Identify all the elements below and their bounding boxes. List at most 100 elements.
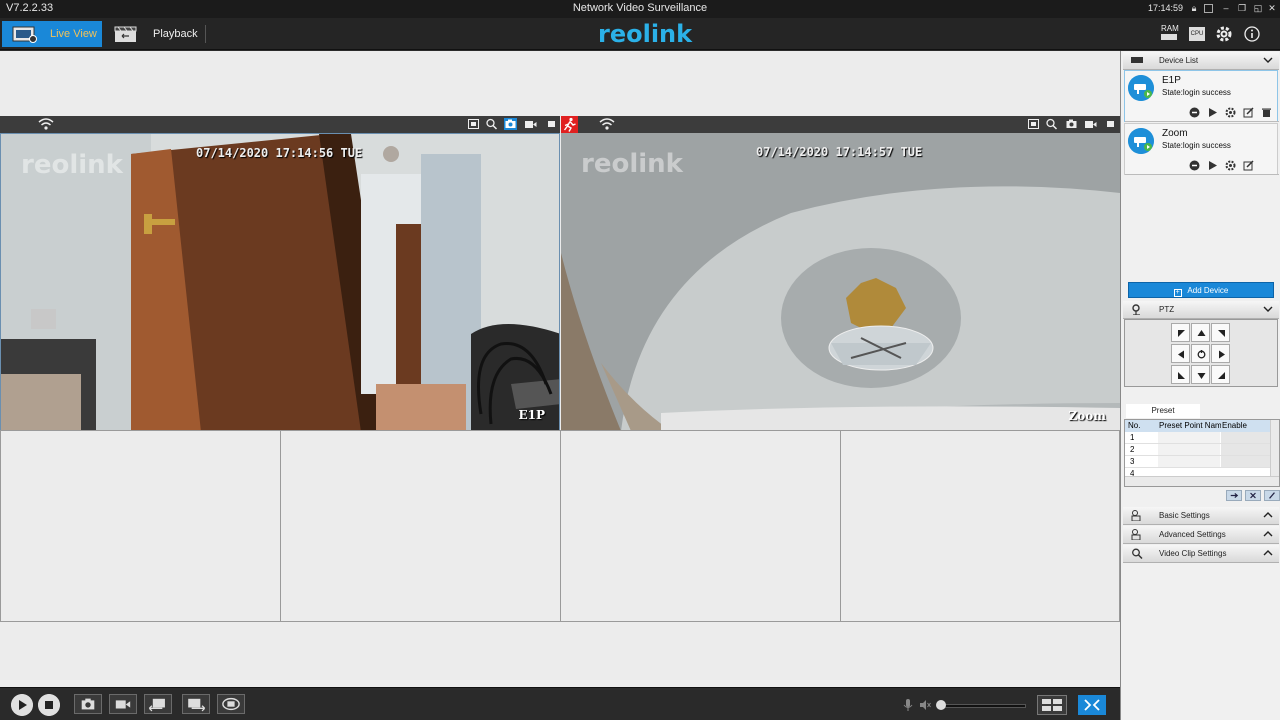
video-feed-e1p[interactable]: reolink 07/14/2020 17:14:56 TUE E1P	[0, 133, 560, 431]
stop-all-icon[interactable]	[38, 694, 60, 716]
ptz-down-right-button[interactable]	[1211, 365, 1230, 384]
ptz-left-button[interactable]	[1171, 344, 1190, 363]
record-icon[interactable]	[1084, 118, 1097, 130]
cell	[1221, 432, 1270, 443]
close-icon[interactable]: ✕	[1266, 2, 1278, 14]
advanced-settings-label: Advanced Settings	[1159, 530, 1226, 539]
add-device-button[interactable]: + Add Device	[1128, 282, 1274, 298]
window-menu-icon[interactable]	[1204, 4, 1213, 13]
zoom-icon[interactable]	[1045, 118, 1058, 130]
stop-icon[interactable]	[1104, 118, 1117, 130]
trash-icon[interactable]	[1261, 107, 1272, 118]
cell	[1158, 444, 1220, 455]
ptz-up-right-button[interactable]	[1211, 323, 1230, 342]
play-icon[interactable]	[1207, 160, 1218, 171]
vertical-scrollbar[interactable]	[1270, 420, 1279, 476]
logout-icon[interactable]	[1189, 160, 1200, 171]
plus-icon: +	[1173, 289, 1182, 297]
playback-tab[interactable]: Playback	[106, 21, 206, 47]
device-item-zoom[interactable]: Zoom State:login success	[1124, 123, 1279, 175]
empty-channel-slot[interactable]	[840, 430, 1120, 622]
resize-icon[interactable]: ◱	[1252, 2, 1264, 14]
ptz-down-left-button[interactable]	[1171, 365, 1190, 384]
table-row[interactable]: 1	[1125, 432, 1270, 444]
edit-icon[interactable]	[1243, 107, 1254, 118]
play-all-icon[interactable]	[11, 694, 33, 716]
next-page-icon[interactable]	[182, 694, 210, 714]
ptz-down-button[interactable]	[1191, 365, 1210, 384]
live-view-label: Live View	[50, 28, 97, 40]
ptz-auto-button[interactable]	[1191, 344, 1210, 363]
camera-icon	[1128, 128, 1154, 154]
ram-icon[interactable]: RAM	[1160, 24, 1179, 43]
ptz-header[interactable]: PTZ	[1123, 301, 1279, 319]
preset-tab[interactable]: Preset	[1126, 404, 1200, 418]
live-view-tab[interactable]: Live View	[2, 21, 102, 47]
row-number: 1	[1130, 433, 1135, 442]
table-row[interactable]: 3	[1125, 456, 1270, 468]
gear-icon[interactable]	[1215, 25, 1233, 43]
device-list-header[interactable]: Device List	[1123, 52, 1279, 70]
record-icon[interactable]	[524, 118, 537, 130]
delete-preset-icon[interactable]	[1245, 490, 1261, 501]
restore-icon[interactable]: ❐	[1236, 2, 1248, 14]
zoom-icon[interactable]	[485, 118, 498, 130]
preset-table: No. Preset Point Nam Enable 1 2 3 4	[1124, 419, 1280, 487]
ptz-up-button[interactable]	[1191, 323, 1210, 342]
fullscreen-toggle-icon[interactable]	[1078, 695, 1106, 715]
microphone-icon[interactable]	[903, 698, 913, 712]
title-bar: V7.2.2.33 Network Video Surveillance 17:…	[0, 0, 1280, 18]
advanced-settings-header[interactable]: Advanced Settings	[1123, 526, 1279, 544]
settings-icon[interactable]	[1225, 107, 1236, 118]
device-list-icon	[1131, 57, 1143, 63]
empty-channel-slot[interactable]	[0, 430, 281, 622]
edit-icon[interactable]	[1243, 160, 1254, 171]
osd-timestamp: 07/14/2020 17:14:57 TUE	[756, 145, 923, 159]
lock-icon[interactable]: 🔒︎	[1188, 2, 1200, 14]
advanced-settings-icon	[1131, 529, 1141, 540]
camera-settings-icon	[1131, 510, 1141, 521]
device-name: Zoom	[1162, 128, 1188, 139]
fullscreen-icon[interactable]	[1027, 118, 1040, 130]
screen-layout-icon[interactable]	[1037, 695, 1067, 715]
reolink-logo: reolink	[598, 20, 693, 48]
info-icon[interactable]	[1243, 25, 1261, 43]
device-item-e1p[interactable]: E1P State:login success	[1124, 70, 1279, 122]
osd-brand: reolink	[21, 150, 123, 180]
goto-preset-icon[interactable]	[1226, 490, 1242, 501]
cycle-view-icon[interactable]	[217, 694, 245, 714]
snapshot-icon[interactable]	[1065, 118, 1078, 130]
cell	[1158, 456, 1220, 467]
ptz-up-left-button[interactable]	[1171, 323, 1190, 342]
stop-icon[interactable]	[545, 118, 558, 130]
chevron-up-icon	[1263, 512, 1273, 518]
volume-slider[interactable]	[940, 704, 1026, 708]
fullscreen-icon[interactable]	[467, 118, 480, 130]
empty-channel-slot[interactable]	[560, 430, 841, 622]
basic-settings-header[interactable]: Basic Settings	[1123, 507, 1279, 525]
play-icon[interactable]	[1207, 107, 1218, 118]
empty-channel-slot[interactable]	[280, 430, 561, 622]
horizontal-scrollbar[interactable]	[1125, 476, 1279, 486]
speaker-muted-icon[interactable]	[919, 700, 931, 710]
video-clip-settings-header[interactable]: Video Clip Settings	[1123, 545, 1279, 563]
snapshot-icon[interactable]	[504, 118, 517, 130]
table-row[interactable]: 4	[1125, 468, 1270, 476]
preset-table-header: No. Preset Point Nam Enable	[1125, 420, 1270, 432]
ptz-right-button[interactable]	[1211, 344, 1230, 363]
minimize-icon[interactable]: –	[1220, 2, 1232, 14]
logout-icon[interactable]	[1189, 107, 1200, 118]
record-all-icon[interactable]	[109, 694, 137, 714]
row-number: 3	[1130, 457, 1135, 466]
row-number: 4	[1130, 469, 1135, 476]
video-feed-zoom[interactable]: reolink 07/14/2020 17:14:57 TUE Zoom	[561, 133, 1120, 431]
col-header: No.	[1128, 421, 1141, 430]
snapshot-all-icon[interactable]	[74, 694, 102, 714]
table-row[interactable]: 2	[1125, 444, 1270, 456]
edit-preset-icon[interactable]	[1264, 490, 1280, 501]
video-clip-settings-label: Video Clip Settings	[1159, 549, 1227, 558]
settings-icon[interactable]	[1225, 160, 1236, 171]
cpu-icon[interactable]: CPU	[1189, 27, 1205, 41]
previous-page-icon[interactable]	[144, 694, 172, 714]
volume-slider-handle[interactable]	[936, 700, 946, 710]
